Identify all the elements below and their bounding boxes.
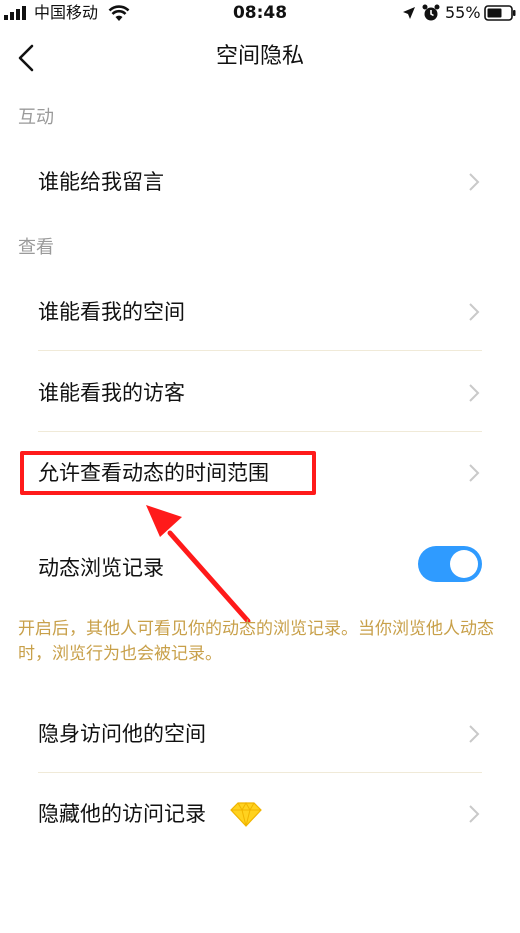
chevron-right-icon <box>469 464 480 482</box>
chevron-right-icon <box>469 303 480 321</box>
divider <box>38 350 482 351</box>
battery-percent: 55% <box>445 3 481 22</box>
clock-time: 08:48 <box>232 3 288 23</box>
toggle-knob <box>450 550 478 578</box>
toggle-description: 开启后，其他人可看见你的动态的浏览记录。当你浏览他人动态时，浏览行为也会被记录。 <box>18 619 494 664</box>
navigation-bar: 空间隐私 <box>0 30 520 86</box>
status-bar: 中国移动 08:48 55% <box>0 0 520 28</box>
page-title: 空间隐私 <box>215 44 304 69</box>
annotation-highlight-box <box>20 451 316 495</box>
row-label: 谁能看我的空间 <box>38 300 185 324</box>
chevron-right-icon <box>469 805 480 823</box>
battery-icon <box>484 5 516 21</box>
row-label: 动态浏览记录 <box>38 556 164 580</box>
row-label: 谁能给我留言 <box>38 170 164 194</box>
moments-history-toggle[interactable] <box>418 546 482 582</box>
section-header-view: 查看 <box>18 237 54 258</box>
row-who-can-view-visitors[interactable]: 谁能看我的访客 <box>0 353 520 433</box>
row-label: 隐藏他的访问记录 <box>38 802 206 826</box>
chevron-right-icon <box>469 173 480 191</box>
privacy-settings-screen: 中国移动 08:48 55% 空间隐私 互动 谁能给我留言 查看 谁能看我的空间… <box>0 0 520 933</box>
divider <box>38 431 482 432</box>
row-who-can-message[interactable]: 谁能给我留言 <box>0 142 520 222</box>
divider <box>38 772 482 773</box>
chevron-right-icon <box>469 725 480 743</box>
alarm-icon <box>422 4 440 21</box>
chevron-right-icon <box>469 384 480 402</box>
row-stealth-visit-space[interactable]: 隐身访问他的空间 <box>0 694 520 774</box>
row-who-can-view-space[interactable]: 谁能看我的空间 <box>0 272 520 352</box>
location-icon <box>403 7 415 19</box>
diamond-icon <box>230 801 262 827</box>
row-label: 谁能看我的访客 <box>38 381 185 405</box>
row-label: 隐身访问他的空间 <box>38 722 206 746</box>
section-header-interaction: 互动 <box>18 107 54 128</box>
